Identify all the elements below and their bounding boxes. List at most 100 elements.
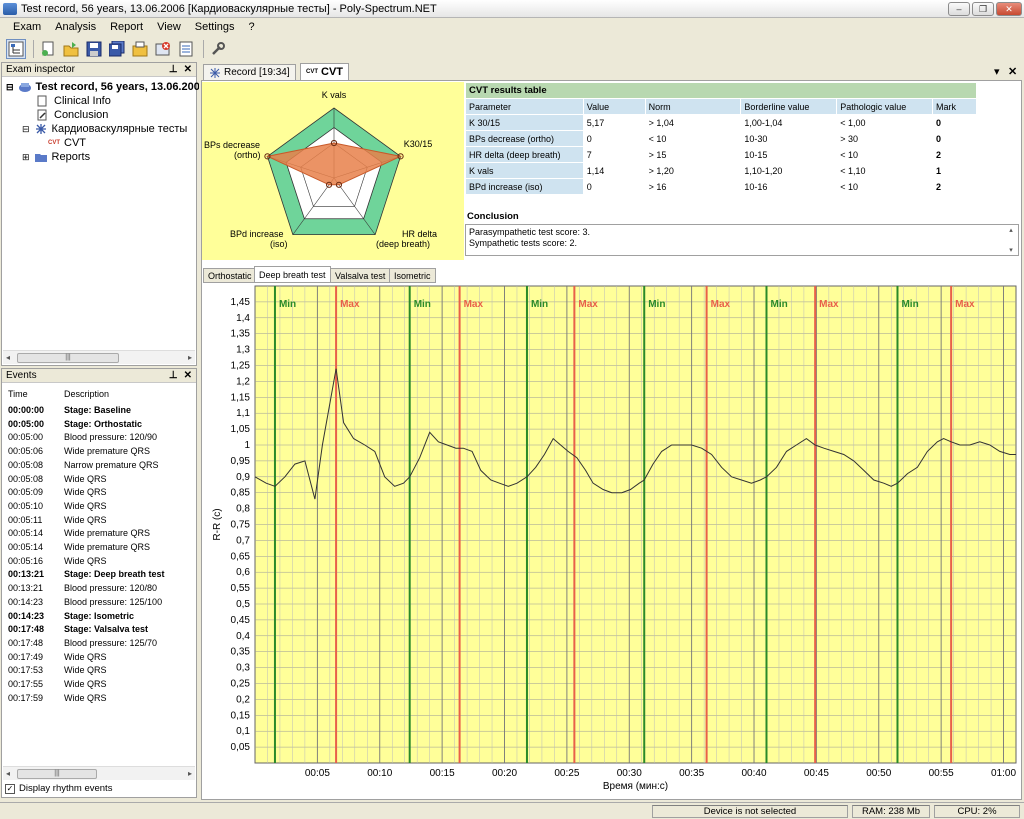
- event-row[interactable]: 00:05:09 Wide QRS: [8, 487, 107, 501]
- save-icon[interactable]: [84, 39, 104, 59]
- event-row[interactable]: 00:05:14 Wide premature QRS: [8, 542, 150, 556]
- event-time: 00:05:00: [8, 432, 44, 443]
- event-description: Wide QRS: [64, 473, 107, 484]
- event-row[interactable]: 00:13:21 Stage: Deep breath test: [8, 569, 165, 583]
- menu-analysis[interactable]: Analysis: [48, 21, 103, 33]
- results-row[interactable]: BPd increase (iso) 0 > 16 10-16 < 10 2: [465, 178, 977, 195]
- tree-root[interactable]: ⊟ Test record, 56 years, 13.06.2006 [I: [6, 80, 216, 94]
- results-row[interactable]: BPs decrease (ortho) 0 < 10 10-30 > 30 0: [465, 130, 977, 147]
- results-row[interactable]: HR delta (deep breath) 7 > 15 10-15 < 10 2: [465, 146, 977, 163]
- vertical-scrollbar[interactable]: ▴ ▾: [1005, 226, 1017, 254]
- scroll-thumb[interactable]: |||: [17, 769, 97, 779]
- results-row[interactable]: K vals 1,14 > 1,20 1,10-1,20 < 1,10 1: [465, 162, 977, 179]
- scroll-left-icon[interactable]: ◂: [6, 769, 10, 778]
- scroll-thumb[interactable]: |||: [17, 353, 119, 363]
- event-row[interactable]: 00:17:59 Wide QRS: [8, 693, 107, 707]
- import-icon[interactable]: [130, 39, 150, 59]
- event-row[interactable]: 00:05:00 Stage: Orthostatic: [8, 419, 142, 433]
- horizontal-scrollbar[interactable]: ◂ ||| ▸: [3, 766, 195, 780]
- tree-item-cvt[interactable]: CVT CVT: [48, 136, 86, 150]
- scroll-right-icon[interactable]: ▸: [188, 353, 192, 362]
- results-cell: 1,00-1,04: [740, 114, 838, 131]
- results-row[interactable]: K 30/15 5,17 > 1,04 1,00-1,04 < 1,00 0: [465, 114, 977, 131]
- event-row[interactable]: 00:05:16 Wide QRS: [8, 556, 107, 570]
- tree-item-reports[interactable]: ⊞ Reports: [22, 150, 90, 164]
- subtab-valsalva[interactable]: Valsalva test: [330, 268, 391, 283]
- menu-help[interactable]: ?: [242, 21, 262, 33]
- event-row[interactable]: 00:00:00 Stage: Baseline: [8, 405, 131, 419]
- y-tick-label: 0,5: [236, 599, 250, 610]
- event-row[interactable]: 00:14:23 Blood pressure: 125/100: [8, 597, 162, 611]
- pin-icon[interactable]: ⊥: [169, 64, 178, 75]
- pin-icon[interactable]: ⊥: [169, 370, 178, 381]
- subtab-isometric[interactable]: Isometric: [389, 268, 436, 283]
- event-row[interactable]: 00:17:55 Wide QRS: [8, 679, 107, 693]
- maximize-button[interactable]: ❐: [972, 1, 994, 16]
- tree-item-tests[interactable]: ⊟ Кардиоваскулярные тесты: [22, 122, 187, 136]
- collapse-icon[interactable]: ⊟: [22, 124, 30, 135]
- display-rhythm-events[interactable]: ✓ Display rhythm events: [5, 783, 112, 794]
- events-col-time[interactable]: Time: [8, 389, 28, 399]
- results-cell: K 30/15: [465, 114, 584, 131]
- event-row[interactable]: 00:17:48 Blood pressure: 125/70: [8, 638, 157, 652]
- record-tab-icon: [210, 67, 220, 78]
- results-column-header[interactable]: Borderline value: [740, 98, 838, 115]
- min-marker-label: Min: [531, 299, 548, 310]
- event-row[interactable]: 00:17:53 Wide QRS: [8, 665, 107, 679]
- horizontal-scrollbar[interactable]: ◂ ||| ▸: [3, 350, 195, 364]
- tree-item-clinical-info[interactable]: Clinical Info: [36, 94, 111, 108]
- event-row[interactable]: 00:14:23 Stage: Isometric: [8, 611, 134, 625]
- exam-inspector-icon[interactable]: [6, 39, 26, 59]
- radar-label: K vals: [322, 90, 347, 100]
- results-column-header[interactable]: Value: [582, 98, 646, 115]
- event-row[interactable]: 00:05:00 Blood pressure: 120/90: [8, 432, 157, 446]
- event-time: 00:13:21: [8, 569, 45, 580]
- subtab-deep-breath[interactable]: Deep breath test: [254, 266, 331, 283]
- tab-cvt[interactable]: CVT CVT: [300, 63, 349, 80]
- device-status: Device is not selected: [652, 805, 848, 818]
- scroll-left-icon[interactable]: ◂: [6, 353, 10, 362]
- menu-report[interactable]: Report: [103, 21, 150, 33]
- close-icon[interactable]: ✕: [184, 64, 192, 75]
- results-column-header[interactable]: Norm: [644, 98, 742, 115]
- event-row[interactable]: 00:17:49 Wide QRS: [8, 652, 107, 666]
- subtab-orthostatic[interactable]: Orthostatic: [203, 268, 257, 283]
- event-row[interactable]: 00:05:14 Wide premature QRS: [8, 528, 150, 542]
- save-all-icon[interactable]: [107, 39, 127, 59]
- close-button[interactable]: ✕: [996, 1, 1022, 16]
- menu-view[interactable]: View: [150, 21, 188, 33]
- minimize-button[interactable]: –: [948, 1, 970, 16]
- close-icon[interactable]: ✕: [184, 370, 192, 381]
- menu-exam[interactable]: Exam: [6, 21, 48, 33]
- tab-record[interactable]: Record [19:34]: [203, 64, 296, 80]
- event-time: 00:05:16: [8, 555, 44, 566]
- tab-close-icon[interactable]: ✕: [1008, 65, 1017, 78]
- results-column-header[interactable]: Mark: [932, 98, 977, 115]
- event-row[interactable]: 00:13:21 Blood pressure: 120/80: [8, 583, 157, 597]
- event-row[interactable]: 00:05:10 Wide QRS: [8, 501, 107, 515]
- collapse-icon[interactable]: ⊟: [6, 82, 14, 93]
- expand-icon[interactable]: ⊞: [22, 152, 30, 163]
- results-column-header[interactable]: Parameter: [465, 98, 584, 115]
- delete-icon[interactable]: [153, 39, 173, 59]
- new-exam-icon[interactable]: [38, 39, 58, 59]
- event-row[interactable]: 00:05:08 Wide QRS: [8, 474, 107, 488]
- tree-item-label: Conclusion: [54, 109, 109, 121]
- results-column-header[interactable]: Pathologic value: [836, 98, 934, 115]
- event-row[interactable]: 00:05:08 Narrow premature QRS: [8, 460, 159, 474]
- events-col-description[interactable]: Description: [64, 389, 109, 399]
- tree-item-conclusion[interactable]: Conclusion: [36, 108, 108, 122]
- report-icon[interactable]: [176, 39, 196, 59]
- settings-wrench-icon[interactable]: [208, 39, 228, 59]
- scroll-right-icon[interactable]: ▸: [188, 769, 192, 778]
- event-description: Wide QRS: [64, 487, 107, 498]
- event-row[interactable]: 00:05:06 Wide premature QRS: [8, 446, 150, 460]
- tab-dropdown-icon[interactable]: ▾: [994, 65, 1000, 78]
- event-row[interactable]: 00:17:48 Stage: Valsalva test: [8, 624, 148, 638]
- conclusion-box[interactable]: Parasympathetic test score: 3. Sympathet…: [465, 224, 1019, 256]
- x-tick-label: 00:20: [492, 768, 517, 779]
- open-exam-icon[interactable]: [61, 39, 81, 59]
- event-row[interactable]: 00:05:11 Wide QRS: [8, 515, 107, 529]
- checkbox[interactable]: ✓: [5, 783, 15, 794]
- menu-settings[interactable]: Settings: [188, 21, 242, 33]
